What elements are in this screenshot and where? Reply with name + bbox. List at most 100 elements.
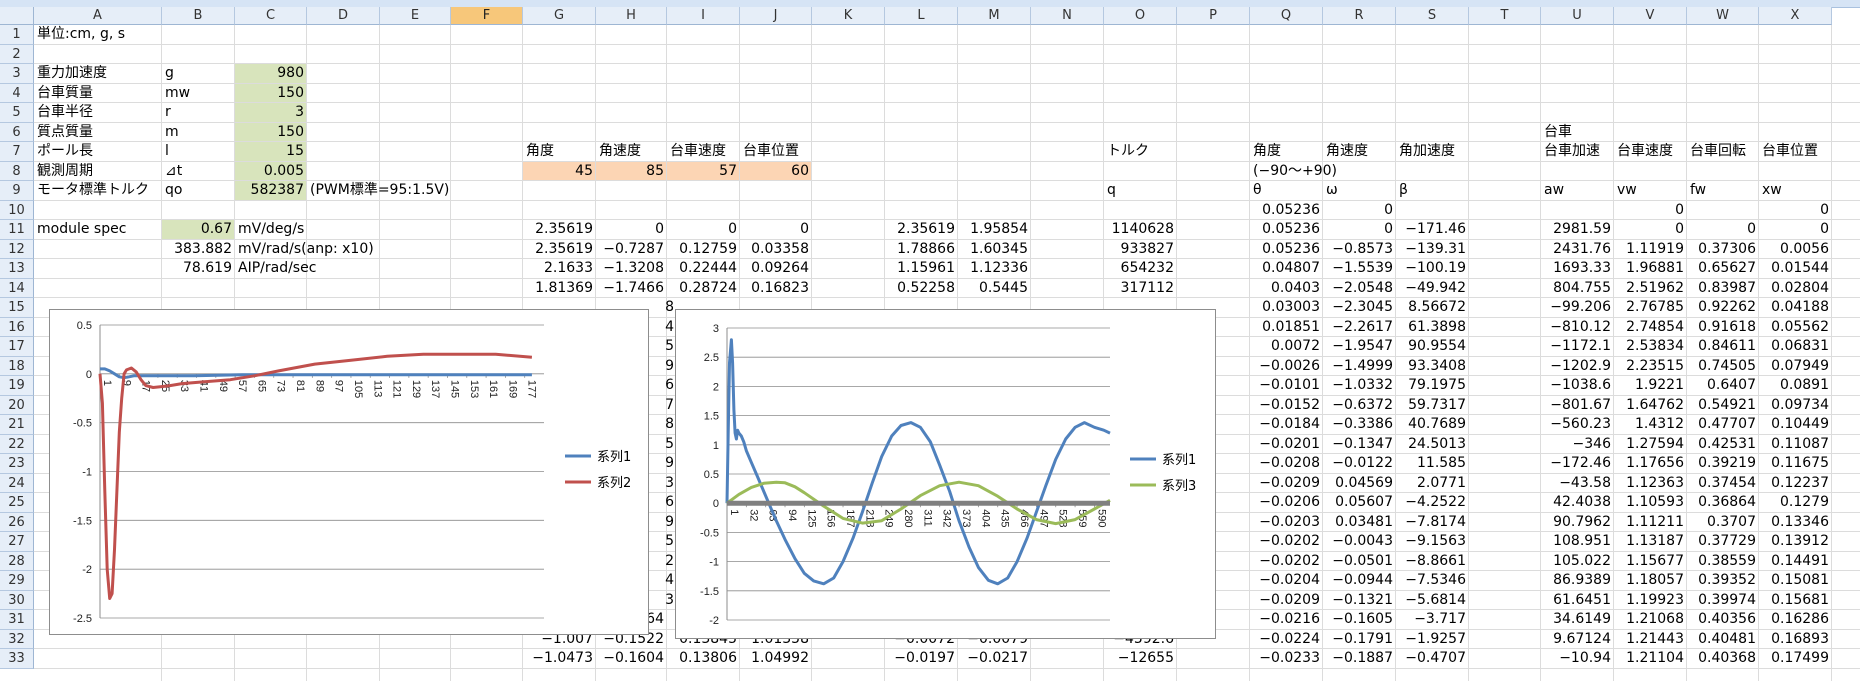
cell-s17[interactable]: 90.9554 <box>1396 337 1469 356</box>
cell-u33[interactable]: −10.94 <box>1541 649 1614 668</box>
cell-q19[interactable]: −0.0101 <box>1250 376 1323 395</box>
cell-s20[interactable]: 59.7317 <box>1396 396 1469 415</box>
cell-g11[interactable]: 2.35619 <box>523 220 596 239</box>
row-header-29[interactable]: 29 <box>0 571 34 591</box>
cell-c7[interactable]: 15 <box>235 142 307 161</box>
cell-s15[interactable]: 8.56672 <box>1396 298 1469 317</box>
column-header-g[interactable]: G <box>523 7 596 25</box>
column-header-x[interactable]: X <box>1759 7 1832 25</box>
cell-u12[interactable]: 2431.76 <box>1541 240 1614 259</box>
cell-w7[interactable]: 台車回転 <box>1687 142 1749 161</box>
cell-r22[interactable]: −0.1347 <box>1323 435 1396 454</box>
row-header-6[interactable]: 6 <box>0 122 34 142</box>
cell-r7[interactable]: 角速度 <box>1323 142 1371 161</box>
cell-u31[interactable]: 34.6149 <box>1541 610 1614 629</box>
column-header-l[interactable]: L <box>885 7 958 25</box>
cell-b3[interactable]: g <box>162 64 177 83</box>
cell-x28[interactable]: 0.14491 <box>1759 552 1832 571</box>
cell-q13[interactable]: 0.04807 <box>1250 259 1323 278</box>
cell-j33[interactable]: 1.04992 <box>740 649 812 668</box>
cell-o14[interactable]: 317112 <box>1104 279 1177 298</box>
cell-i33[interactable]: 0.13806 <box>667 649 740 668</box>
row-header-5[interactable]: 5 <box>0 103 34 123</box>
cell-x21[interactable]: 0.10449 <box>1759 415 1832 434</box>
cell-g12[interactable]: 2.35619 <box>523 240 596 259</box>
cell-j12[interactable]: 0.03358 <box>740 240 812 259</box>
cell-g8[interactable]: 45 <box>523 162 596 181</box>
cell-w25[interactable]: 0.36864 <box>1687 493 1759 512</box>
cell-x29[interactable]: 0.15081 <box>1759 571 1832 590</box>
cell-o7[interactable]: トルク <box>1104 142 1152 161</box>
cell-u17[interactable]: −1172.1 <box>1541 337 1614 356</box>
cell-v16[interactable]: 2.74854 <box>1614 318 1687 337</box>
cell-b6[interactable]: m <box>162 123 182 142</box>
cell-l33[interactable]: −0.0197 <box>885 649 958 668</box>
cell-h11[interactable]: 0 <box>596 220 667 239</box>
cell-g14[interactable]: 1.81369 <box>523 279 596 298</box>
cell-s12[interactable]: −139.31 <box>1396 240 1469 259</box>
cell-a7[interactable]: ポール長 <box>34 142 96 161</box>
cell-q29[interactable]: −0.0204 <box>1250 571 1323 590</box>
cell-x10[interactable]: 0 <box>1759 201 1832 220</box>
cell-v7[interactable]: 台車速度 <box>1614 142 1676 161</box>
cell-x20[interactable]: 0.09734 <box>1759 396 1832 415</box>
cell-r32[interactable]: −0.1791 <box>1323 630 1396 649</box>
cell-c4[interactable]: 150 <box>235 84 307 103</box>
cell-s23[interactable]: 11.585 <box>1396 454 1469 473</box>
cell-x17[interactable]: 0.06831 <box>1759 337 1832 356</box>
row-header-33[interactable]: 33 <box>0 649 34 669</box>
row-header-21[interactable]: 21 <box>0 415 34 435</box>
cell-u32[interactable]: 9.67124 <box>1541 630 1614 649</box>
column-header-p[interactable]: P <box>1177 7 1250 25</box>
column-header-c[interactable]: C <box>235 7 307 25</box>
row-header-1[interactable]: 1 <box>0 25 34 45</box>
cell-x32[interactable]: 0.16893 <box>1759 630 1832 649</box>
cell-l12[interactable]: 1.78866 <box>885 240 958 259</box>
cell-v29[interactable]: 1.18057 <box>1614 571 1687 590</box>
cell-w33[interactable]: 0.40368 <box>1687 649 1759 668</box>
cell-w19[interactable]: 0.6407 <box>1687 376 1759 395</box>
cell-u24[interactable]: −43.58 <box>1541 474 1614 493</box>
row-header-11[interactable]: 11 <box>0 220 34 240</box>
row-header-22[interactable]: 22 <box>0 434 34 454</box>
cell-i7[interactable]: 台車速度 <box>667 142 729 161</box>
row-header-31[interactable]: 31 <box>0 610 34 630</box>
column-header-m[interactable]: M <box>958 7 1031 25</box>
cell-r11[interactable]: 0 <box>1323 220 1396 239</box>
cell-o33[interactable]: −12655 <box>1104 649 1177 668</box>
cell-v19[interactable]: 1.9221 <box>1614 376 1687 395</box>
row-header-2[interactable]: 2 <box>0 44 34 64</box>
cell-m11[interactable]: 1.95854 <box>958 220 1031 239</box>
cell-v11[interactable]: 0 <box>1614 220 1687 239</box>
cell-u22[interactable]: −346 <box>1541 435 1614 454</box>
row-header-25[interactable]: 25 <box>0 493 34 513</box>
row-header-10[interactable]: 10 <box>0 200 34 220</box>
cell-r33[interactable]: −0.1887 <box>1323 649 1396 668</box>
cell-s11[interactable]: −171.46 <box>1396 220 1469 239</box>
cell-q7[interactable]: 角度 <box>1250 142 1284 161</box>
cell-h14[interactable]: −1.7466 <box>596 279 667 298</box>
row-header-16[interactable]: 16 <box>0 317 34 337</box>
cell-v32[interactable]: 1.21443 <box>1614 630 1687 649</box>
cell-x16[interactable]: 0.05562 <box>1759 318 1832 337</box>
cell-q9[interactable]: θ <box>1250 181 1265 200</box>
cell-c13[interactable]: AIP/rad/sec <box>235 259 319 278</box>
cell-x12[interactable]: 0.0056 <box>1759 240 1832 259</box>
cell-v31[interactable]: 1.21068 <box>1614 610 1687 629</box>
row-header-14[interactable]: 14 <box>0 278 34 298</box>
cell-w13[interactable]: 0.65627 <box>1687 259 1759 278</box>
cell-u16[interactable]: −810.12 <box>1541 318 1614 337</box>
cell-x19[interactable]: 0.0891 <box>1759 376 1832 395</box>
cell-w18[interactable]: 0.74505 <box>1687 357 1759 376</box>
column-header-w[interactable]: W <box>1687 7 1759 25</box>
cell-s9[interactable]: β <box>1396 181 1411 200</box>
cell-q17[interactable]: 0.0072 <box>1250 337 1323 356</box>
cell-s33[interactable]: −0.4707 <box>1396 649 1469 668</box>
cell-v14[interactable]: 2.51962 <box>1614 279 1687 298</box>
cell-v15[interactable]: 2.76785 <box>1614 298 1687 317</box>
cell-v13[interactable]: 1.96881 <box>1614 259 1687 278</box>
column-header-r[interactable]: R <box>1323 7 1396 25</box>
cell-x13[interactable]: 0.01544 <box>1759 259 1832 278</box>
column-header-i[interactable]: I <box>667 7 740 25</box>
cell-x9[interactable]: xw <box>1759 181 1785 200</box>
